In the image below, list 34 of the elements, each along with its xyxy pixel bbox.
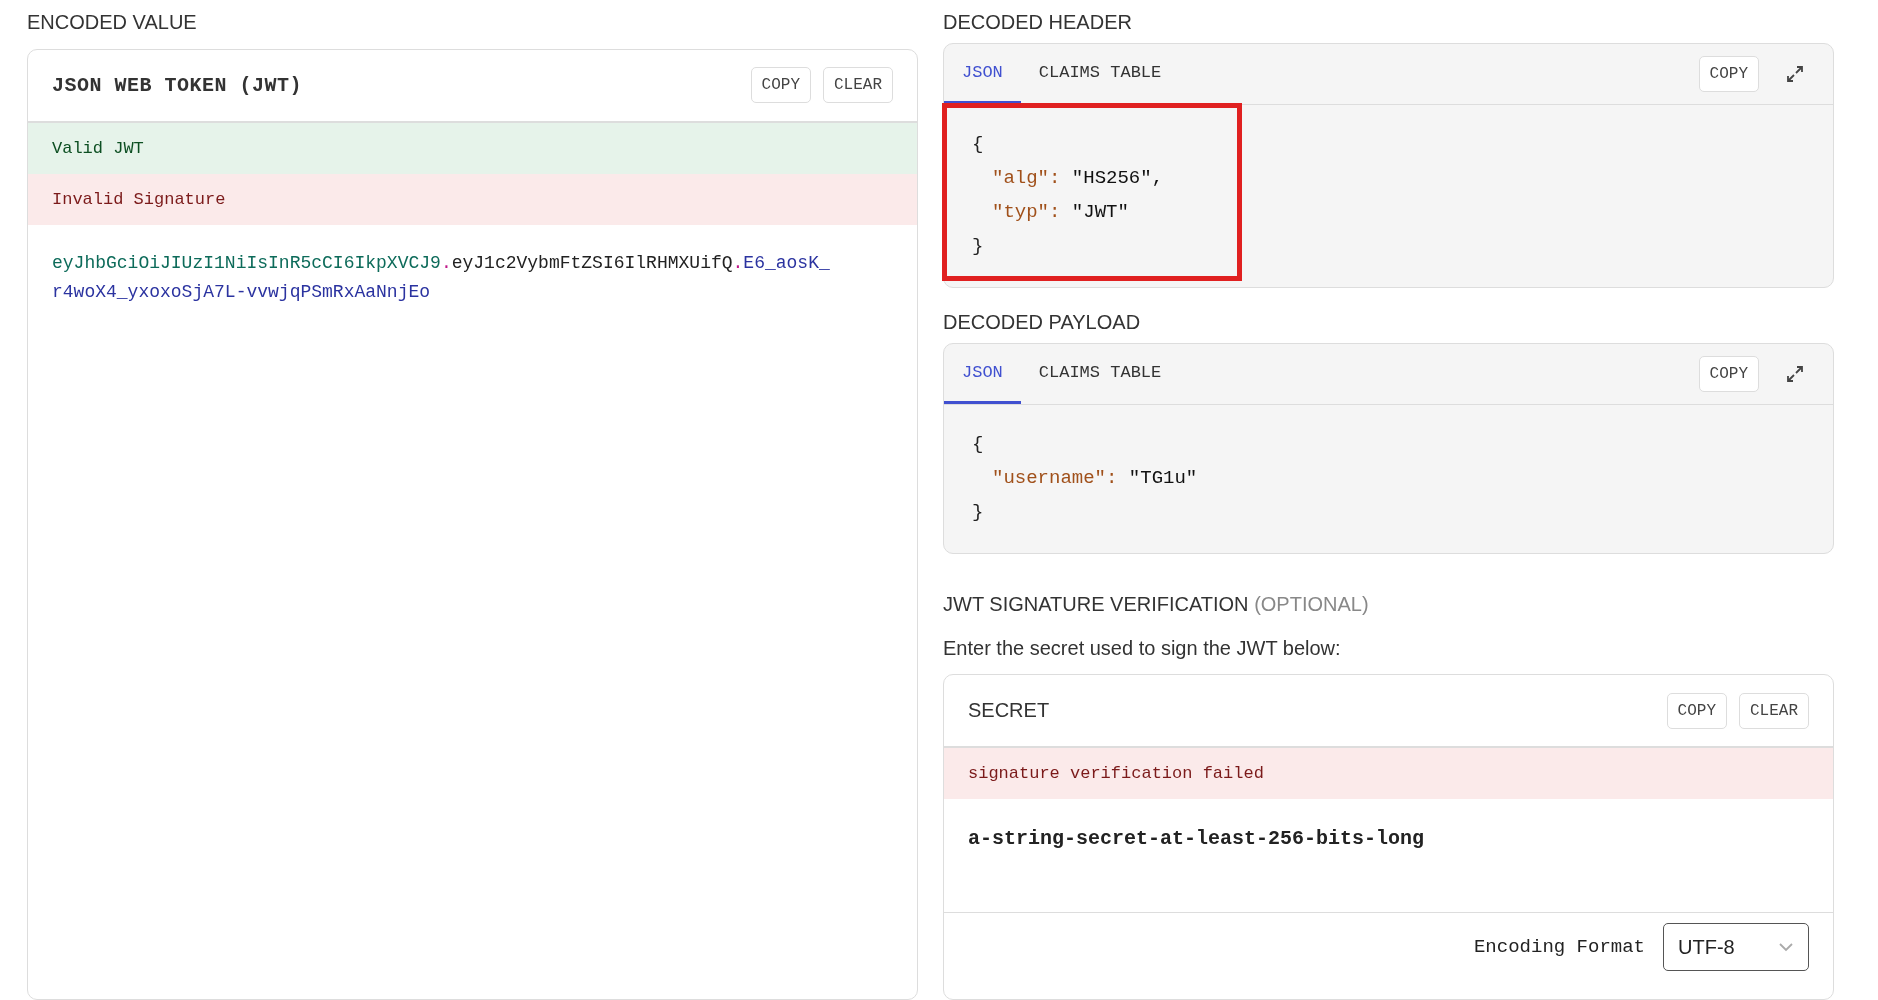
action-button[interactable]: COPY [750, 67, 811, 104]
action-button[interactable]: CLEAR [1739, 692, 1809, 729]
action-button[interactable]: COPY [1666, 692, 1727, 729]
json-entry: "username": "TG1u" [991, 466, 1199, 492]
expand-icon[interactable] [1785, 64, 1805, 85]
code-brace: } [972, 500, 985, 526]
json-entry: "typ": "JWT" [991, 200, 1130, 226]
json-entry: "alg": "HS256", [991, 166, 1165, 192]
encoding-label: Encoding Format [1473, 936, 1645, 959]
expand-icon[interactable] [1785, 364, 1805, 385]
status-message: Invalid Signature [28, 173, 917, 225]
code-brace: } [972, 234, 985, 260]
action-button[interactable]: CLEAR [823, 67, 893, 104]
tab[interactable]: CLAIMS TABLE [1020, 344, 1180, 405]
card-title: JSON WEB TOKEN (JWT) [52, 73, 303, 97]
code-brace: { [972, 132, 985, 158]
secret-input[interactable]: a-string-secret-at-least-256-bits-long [968, 827, 1425, 851]
section-heading: DECODED PAYLOAD [943, 310, 1142, 336]
jwt-token-field[interactable]: eyJhbGciOiJIUzI1NiIsInR5cCI6IkpXVCJ9.eyJ1c2VybmFtZSI6IlRHMXUifQ.E6_aosK_ r4woX4_yxoxoSjA7L-vvwjqPSmRxAaNnjEo [28, 224, 917, 331]
section-heading: DECODED HEADER [943, 10, 1133, 35]
card-title: SECRET [968, 699, 1050, 723]
instruction-text: Enter the secret used to sign the JWT below: [943, 637, 1342, 661]
copy-button[interactable]: COPY [1698, 56, 1759, 93]
encoding-dropdown[interactable]: UTF-8 [1663, 923, 1809, 972]
status-message: signature verification failed [944, 748, 1833, 800]
section-heading: JWT SIGNATURE VERIFICATION (OPTIONAL) [943, 592, 1370, 618]
tab[interactable]: JSON [944, 44, 1021, 105]
status-message: Valid JWT [28, 122, 917, 174]
tab[interactable]: CLAIMS TABLE [1020, 44, 1180, 105]
code-brace: { [972, 432, 985, 458]
tab[interactable]: JSON [944, 344, 1021, 405]
copy-button[interactable]: COPY [1698, 356, 1759, 393]
section-heading: ENCODED VALUE [27, 10, 198, 35]
chevron-down-icon [1778, 942, 1794, 953]
